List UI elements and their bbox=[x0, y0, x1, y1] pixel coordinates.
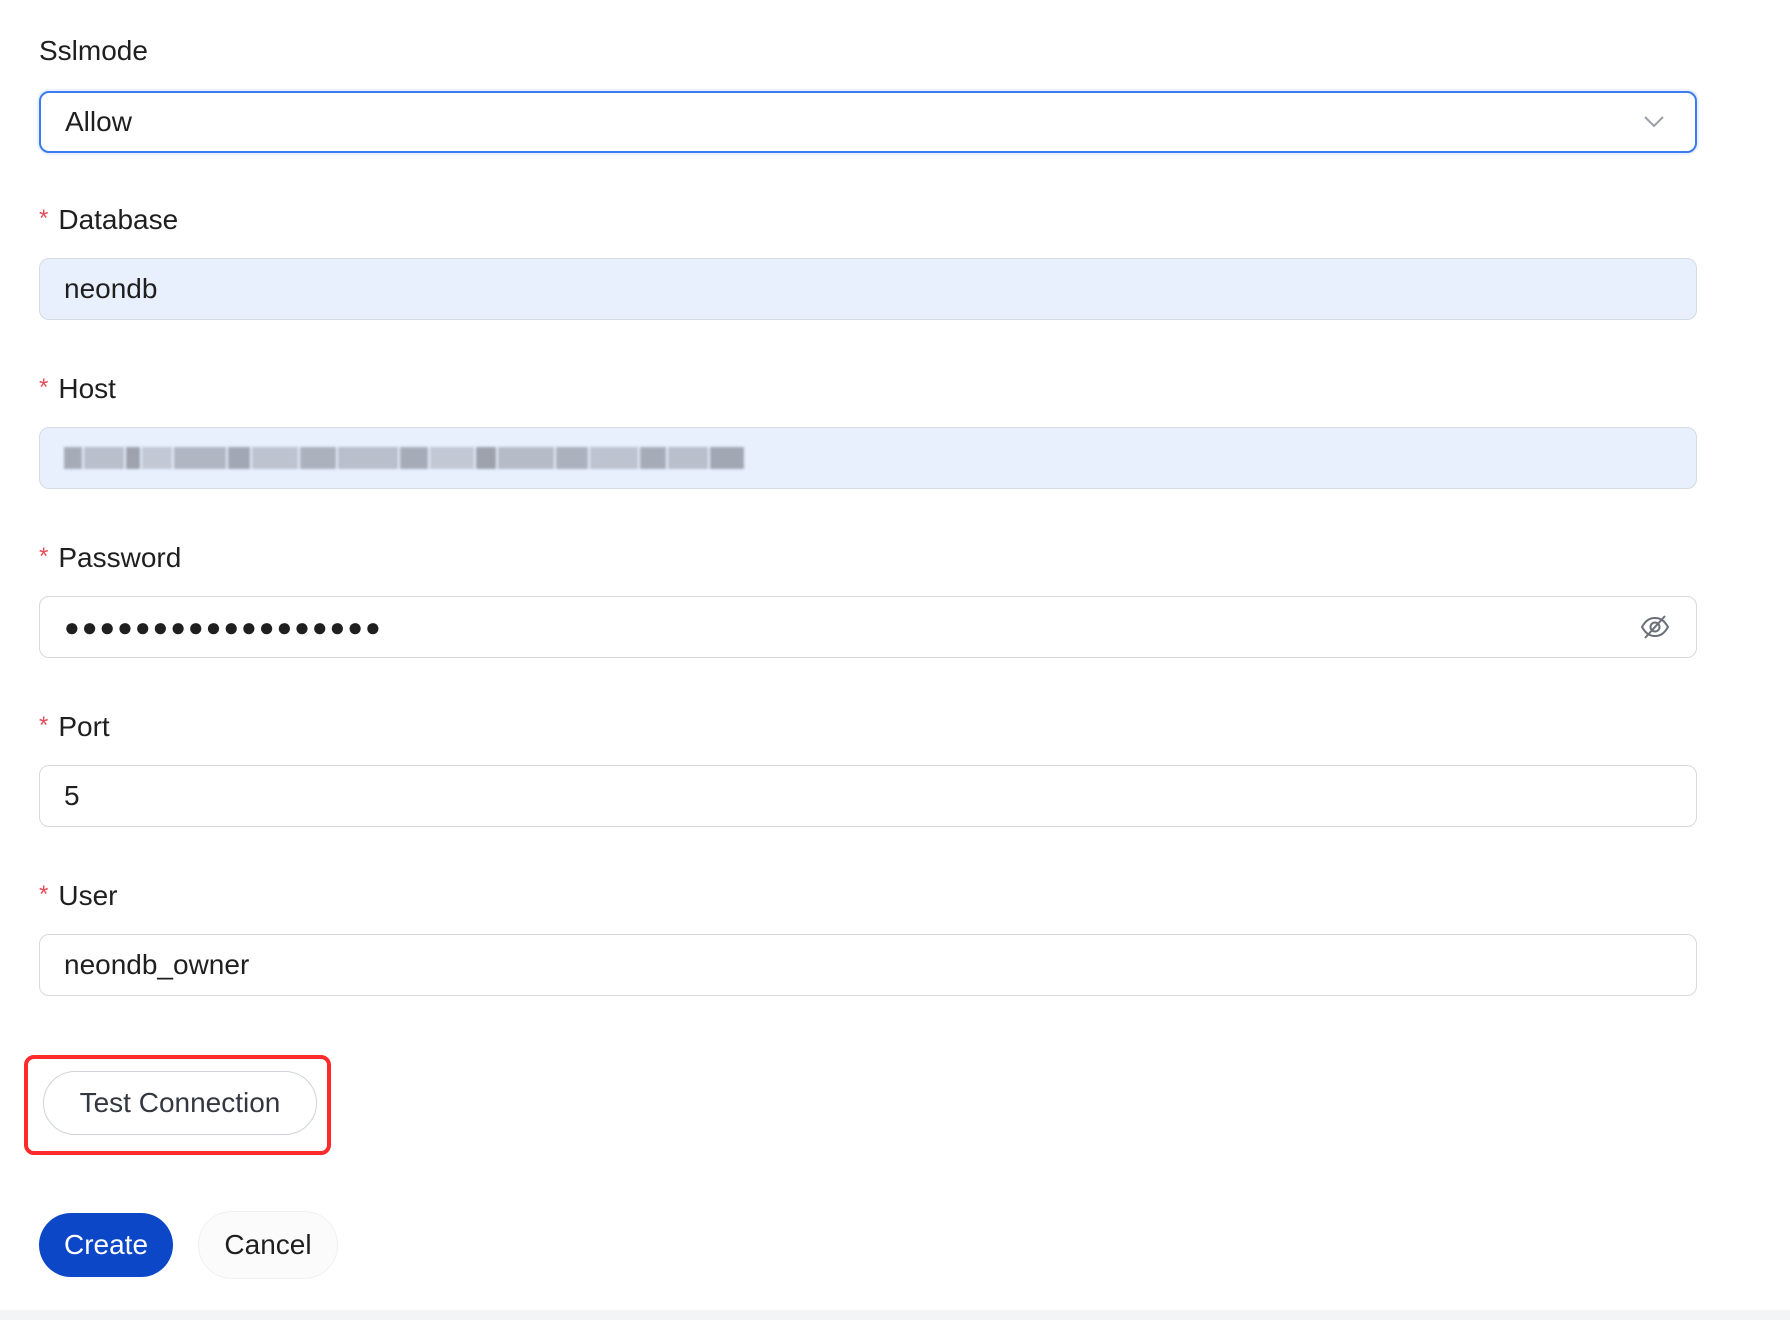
highlight-box: Test Connection bbox=[24, 1055, 331, 1155]
database-label: * Database bbox=[39, 204, 179, 235]
user-input[interactable]: neondb_owner bbox=[39, 934, 1697, 996]
port-value: 5 bbox=[64, 780, 80, 811]
database-value: neondb bbox=[64, 273, 158, 304]
required-asterisk: * bbox=[39, 881, 49, 908]
password-input[interactable]: ●●●●●●●●●●●●●●●●●● bbox=[39, 596, 1697, 658]
password-label: * Password bbox=[39, 542, 182, 573]
port-label: * Port bbox=[39, 711, 110, 742]
host-redacted-value bbox=[64, 443, 1672, 473]
user-label: * User bbox=[39, 880, 118, 911]
port-input[interactable]: 5 bbox=[39, 765, 1697, 827]
create-button[interactable]: Create bbox=[39, 1213, 173, 1277]
required-asterisk: * bbox=[39, 374, 49, 401]
sslmode-select[interactable]: Allow bbox=[39, 91, 1697, 153]
password-masked-value: ●●●●●●●●●●●●●●●●●● bbox=[64, 614, 383, 640]
required-asterisk: * bbox=[39, 712, 49, 739]
required-asterisk: * bbox=[39, 205, 49, 232]
host-label: * Host bbox=[39, 373, 116, 404]
required-asterisk: * bbox=[39, 543, 49, 570]
cancel-button[interactable]: Cancel bbox=[198, 1211, 338, 1279]
chevron-down-icon[interactable] bbox=[1637, 105, 1671, 139]
host-input[interactable] bbox=[39, 427, 1697, 489]
test-connection-button[interactable]: Test Connection bbox=[43, 1071, 317, 1135]
footer-divider bbox=[0, 1310, 1790, 1320]
database-input[interactable]: neondb bbox=[39, 258, 1697, 320]
eye-off-icon[interactable] bbox=[1638, 610, 1672, 644]
sslmode-label: Sslmode bbox=[39, 35, 148, 66]
sslmode-selected-value: Allow bbox=[65, 106, 132, 137]
user-value: neondb_owner bbox=[64, 949, 250, 980]
